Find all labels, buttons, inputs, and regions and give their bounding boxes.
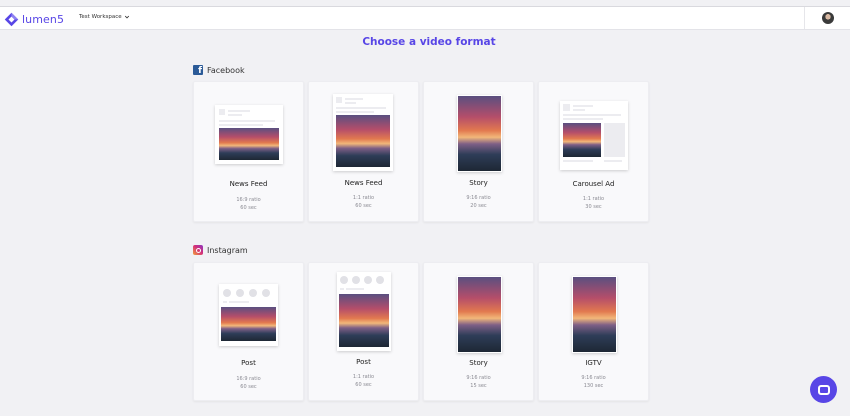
card-ratio: 1:1 ratio — [352, 374, 375, 380]
format-card-facebook-story[interactable]: Story 9:16 ratio 20 sec — [423, 81, 534, 222]
format-card-instagram-post-square[interactable]: Post 1:1 ratio 60 sec — [308, 262, 419, 401]
card-ratio: 9:16 ratio — [466, 195, 491, 201]
preview-image — [221, 307, 276, 341]
format-preview — [219, 284, 278, 346]
format-preview — [337, 272, 391, 351]
account-menu[interactable] — [804, 7, 850, 29]
section-title: Facebook — [207, 65, 245, 75]
card-ratio: 16:9 ratio — [236, 376, 261, 382]
preview-image — [563, 123, 601, 157]
format-preview — [560, 101, 628, 170]
lumen5-logo-icon — [4, 12, 19, 26]
card-duration: 60 sec — [240, 205, 257, 211]
workspace-selector[interactable]: Test Workspace — [79, 14, 130, 20]
card-title: Post — [241, 359, 256, 367]
brand-name: lumen5 — [22, 12, 65, 26]
card-ratio: 16:9 ratio — [236, 197, 261, 203]
chat-icon — [817, 384, 830, 395]
format-preview — [572, 276, 617, 353]
section-facebook: f Facebook — [193, 65, 245, 76]
card-duration: 130 sec — [583, 383, 604, 389]
preview-image — [573, 277, 616, 352]
card-title: Story — [469, 359, 488, 367]
format-preview — [457, 95, 502, 172]
card-ratio: 9:16 ratio — [466, 375, 491, 381]
card-title: Post — [356, 358, 371, 366]
card-title: News Feed — [344, 179, 383, 187]
preview-image — [458, 96, 501, 171]
page-title: Choose a video format — [362, 36, 496, 48]
card-duration: 60 sec — [355, 382, 372, 388]
format-card-facebook-news-feed-square[interactable]: News Feed 1:1 ratio 60 sec — [308, 81, 419, 222]
card-ratio: 1:1 ratio — [582, 196, 605, 202]
card-title: News Feed — [229, 180, 268, 188]
format-card-instagram-story[interactable]: Story 9:16 ratio 15 sec — [423, 262, 534, 401]
card-title: Carousel Ad — [572, 180, 615, 188]
preview-image — [339, 294, 389, 347]
section-title: Instagram — [207, 245, 248, 255]
card-duration: 20 sec — [470, 203, 487, 209]
chevron-down-icon — [124, 15, 129, 19]
format-preview — [457, 276, 502, 353]
format-preview — [333, 94, 393, 171]
instagram-icon — [193, 245, 203, 255]
format-card-facebook-carousel-ad[interactable]: Carousel Ad 1:1 ratio 30 sec — [538, 81, 649, 222]
brand-logo[interactable]: lumen5 — [4, 10, 64, 28]
format-card-instagram-post-landscape[interactable]: Post 16:9 ratio 60 sec — [193, 262, 304, 401]
user-avatar[interactable] — [821, 12, 834, 24]
preview-image — [336, 115, 390, 167]
card-ratio: 9:16 ratio — [581, 375, 606, 381]
format-card-instagram-igtv[interactable]: IGTV 9:16 ratio 130 sec — [538, 262, 649, 401]
workspace-name: Test Workspace — [79, 14, 122, 20]
card-title: Story — [469, 179, 488, 187]
top-bar: lumen5 Test Workspace — [0, 6, 850, 30]
section-instagram: Instagram — [193, 245, 248, 255]
card-duration: 60 sec — [355, 203, 372, 209]
card-duration: 30 sec — [585, 204, 602, 210]
format-card-facebook-news-feed-landscape[interactable]: News Feed 16:9 ratio 60 sec — [193, 81, 304, 222]
card-duration: 15 sec — [470, 383, 487, 389]
format-preview — [215, 105, 283, 164]
preview-image — [219, 128, 279, 160]
card-duration: 60 sec — [240, 384, 257, 390]
card-ratio: 1:1 ratio — [352, 195, 375, 201]
chat-button[interactable] — [810, 376, 837, 403]
preview-image — [458, 277, 501, 352]
card-title: IGTV — [585, 359, 602, 367]
facebook-icon: f — [193, 65, 203, 76]
